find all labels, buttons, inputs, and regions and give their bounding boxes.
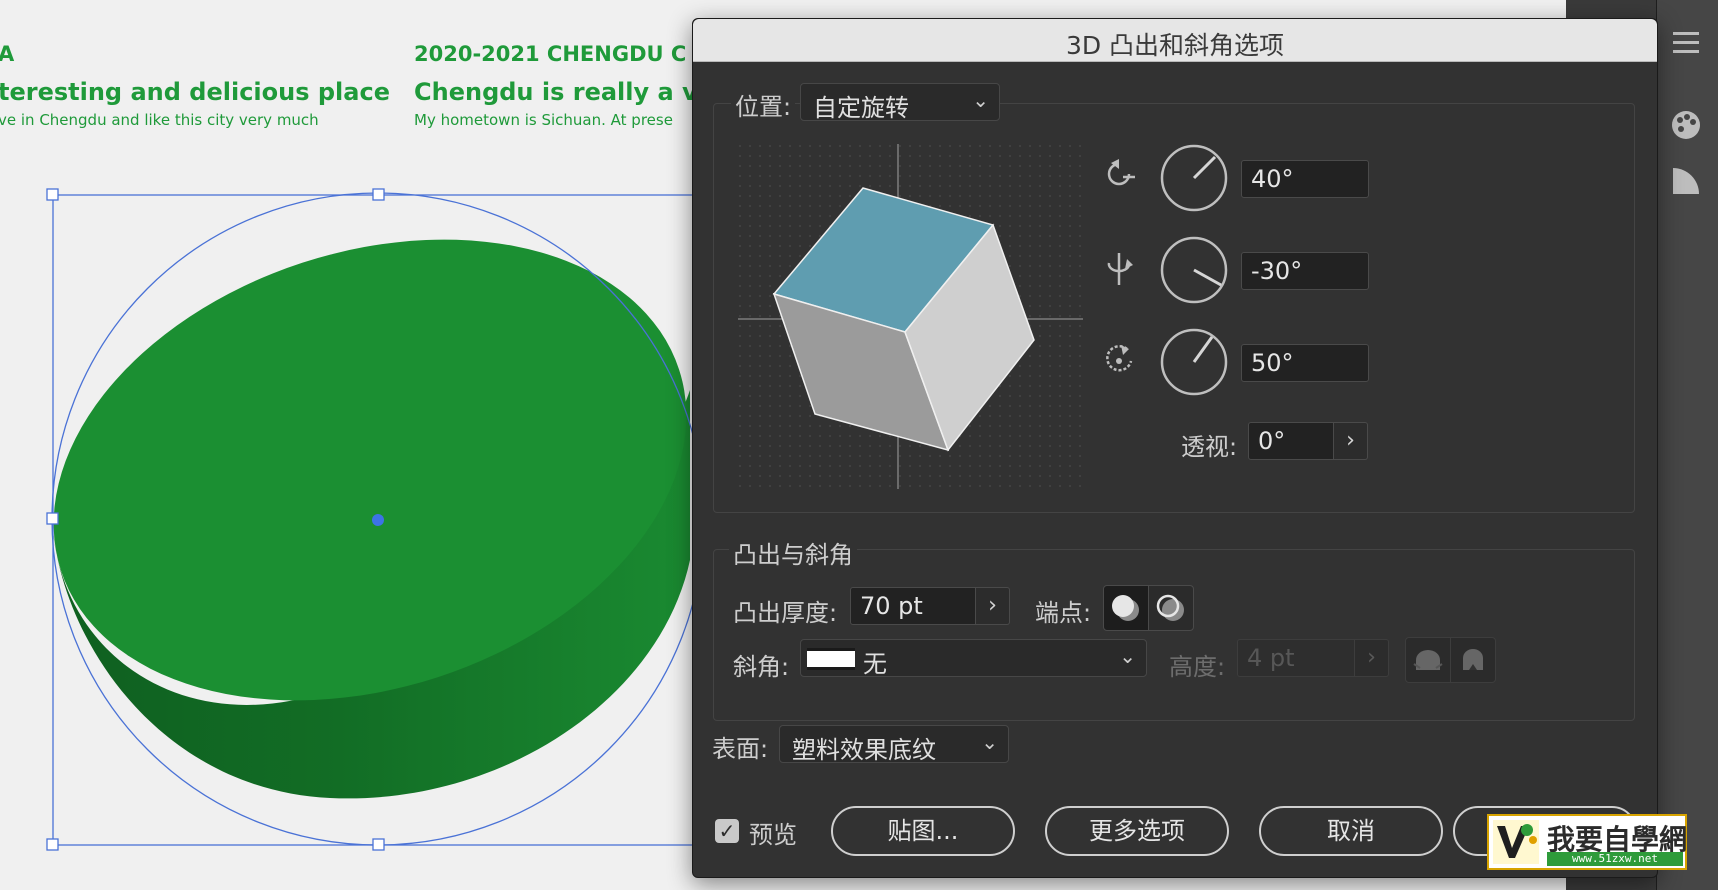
menu-icon[interactable] [1671,28,1701,58]
extrude-depth-label: 凸出厚度: [733,599,838,627]
position-label: 位置: [731,87,796,122]
preview-label: 预览 [749,821,797,849]
dial-z-icon[interactable] [1159,327,1229,397]
rotate-x-field[interactable]: 40° [1241,160,1369,198]
bevel-out-icon [1413,650,1443,670]
extrude-depth-field[interactable]: 70 pt [850,587,976,625]
extrude-bevel-group [713,549,1635,721]
height-value: 4 pt [1247,644,1295,672]
cap-off-icon [1156,594,1184,621]
preview-checkbox[interactable]: ✓ [715,819,739,843]
cap-on-button[interactable] [1103,585,1149,631]
3d-extrude-bevel-dialog: 3D 凸出和斜角选项 位置: 自定旋转 ⌄ 40° -30° 50° 透视: 0… [692,18,1658,878]
cancel-button[interactable]: 取消 [1259,806,1443,856]
dial-y-icon[interactable] [1159,235,1229,305]
cap-off-button[interactable] [1148,585,1194,631]
dialog-titlebar[interactable]: 3D 凸出和斜角选项 [693,19,1657,62]
perspective-value: 0° [1258,427,1286,455]
bevel-out-button[interactable] [1405,637,1451,683]
bevel-in-button[interactable] [1450,637,1496,683]
height-label: 高度: [1169,653,1226,681]
bevel-value: 无 [863,650,887,678]
watermark-url: www.51zxw.net [1547,852,1683,866]
height-chevron-right-icon[interactable]: › [1355,639,1389,677]
perspective-label: 透视: [1181,433,1238,461]
palette-icon[interactable] [1669,108,1703,142]
surface-label: 表面: [712,735,769,763]
more-options-button[interactable]: 更多选项 [1045,806,1229,856]
position-preset-value: 自定旋转 [813,94,909,122]
rotate-x-axis-icon [1107,159,1135,186]
bevel-dropdown[interactable]: 无 ⌄ [800,639,1147,678]
cap-label: 端点: [1035,599,1092,627]
rotate-y-value: -30° [1251,257,1303,285]
chevron-down-icon: ⌄ [972,88,989,112]
surface-value: 塑料效果底纹 [792,736,936,764]
rotate-y-field[interactable]: -30° [1241,252,1369,290]
extrude-depth-value: 70 pt [860,592,923,620]
rotate-z-axis-icon [1106,344,1133,372]
logo-v-icon [1493,820,1539,864]
chevron-down-icon: ⌄ [1119,644,1136,668]
extrude-depth-chevron-right-icon[interactable]: › [976,587,1010,625]
bevel-in-icon [1463,649,1483,670]
gradient-icon[interactable] [1669,164,1703,198]
rotation-cube-track[interactable] [738,144,1083,489]
rotate-x-value: 40° [1251,165,1294,193]
position-preset-dropdown[interactable]: 自定旋转 ⌄ [800,83,1000,122]
bevel-label: 斜角: [733,653,790,681]
bevel-swatch-icon [807,648,855,670]
dialog-title: 3D 凸出和斜角选项 [1065,31,1285,60]
perspective-chevron-right-icon[interactable]: › [1334,422,1368,460]
rotate-y-axis-icon [1107,253,1133,285]
perspective-field[interactable]: 0° [1248,422,1334,460]
height-field[interactable]: 4 pt [1237,639,1355,677]
dial-x-icon[interactable] [1159,143,1229,213]
cap-on-icon [1112,595,1139,621]
extrude-bevel-section-label: 凸出与斜角 [729,535,857,570]
extruded-shape-artwork[interactable] [0,0,700,890]
chevron-down-icon: ⌄ [981,730,998,754]
panel-icon-column [1656,0,1718,890]
rotate-z-value: 50° [1251,349,1294,377]
map-art-button[interactable]: 贴图... [831,806,1015,856]
rotate-z-field[interactable]: 50° [1241,344,1369,382]
surface-dropdown[interactable]: 塑料效果底纹 ⌄ [779,725,1009,764]
watermark-logo: 我要自學網 www.51zxw.net [1487,814,1687,870]
